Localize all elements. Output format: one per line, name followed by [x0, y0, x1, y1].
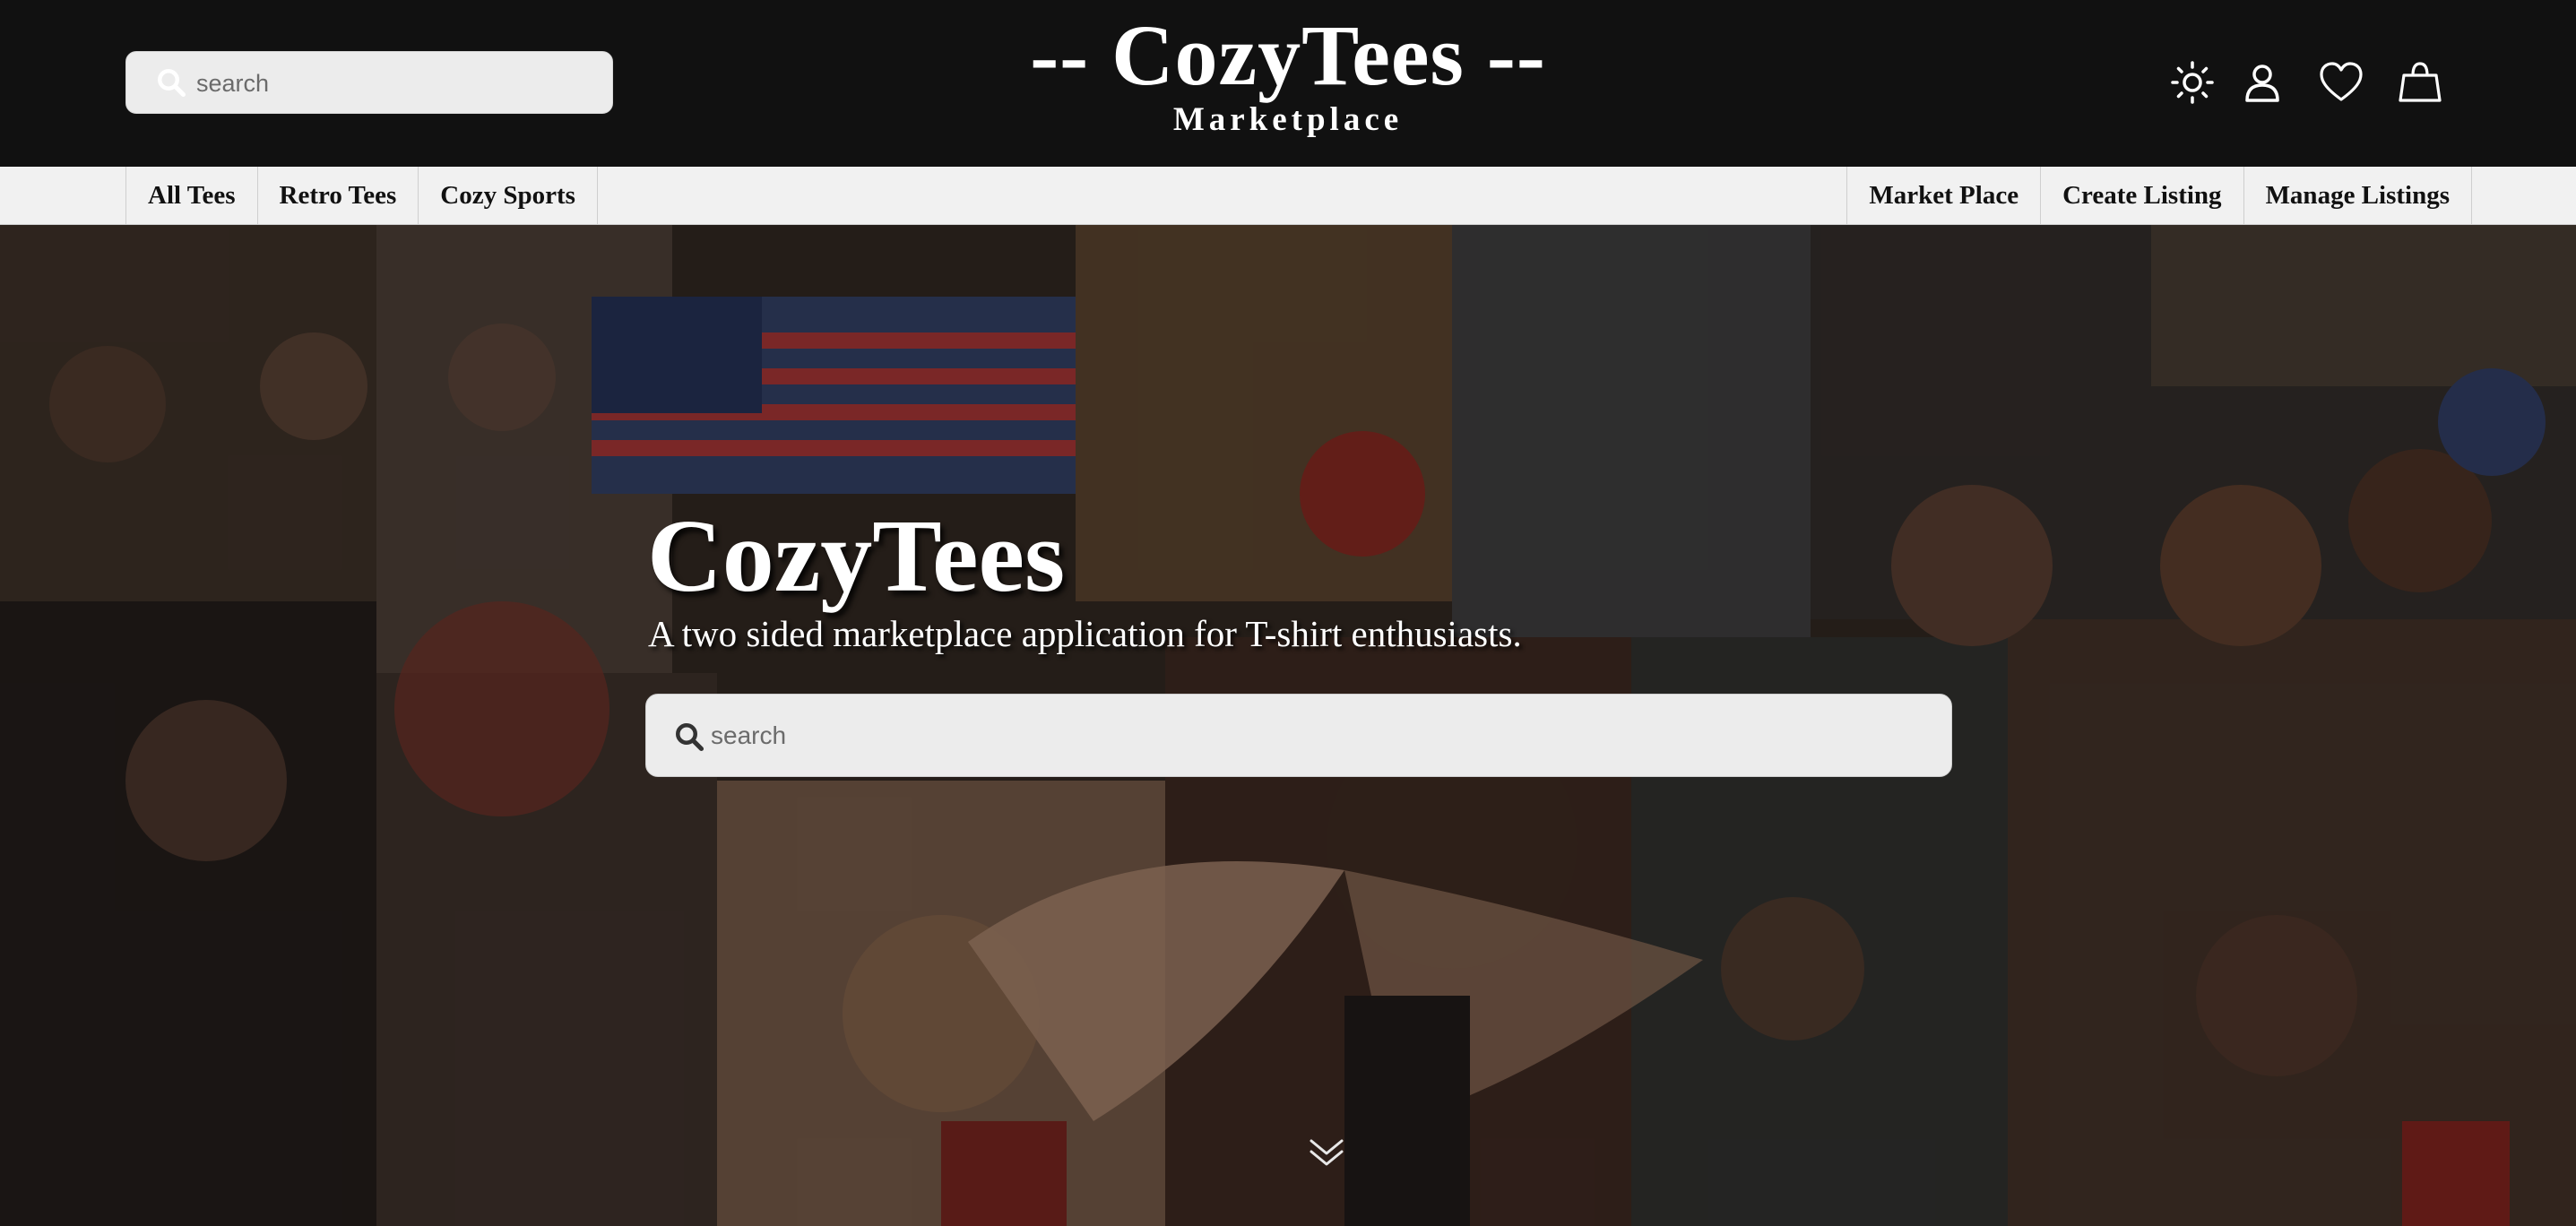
double-chevron-down-icon[interactable] [1304, 1130, 1349, 1175]
nav-item-all-tees[interactable]: All Tees [126, 167, 258, 224]
nav-item-manage-listings[interactable]: Manage Listings [2244, 167, 2472, 224]
nav-item-create-listing[interactable]: Create Listing [2041, 167, 2244, 224]
sun-icon[interactable] [2165, 56, 2219, 109]
brand-logo[interactable]: -- CozyTees -- Marketplace [1019, 11, 1557, 140]
category-nav: All Tees Retro Tees Cozy Sports Market P… [0, 167, 2576, 225]
nav-item-retro-tees[interactable]: Retro Tees [258, 167, 419, 224]
user-icon[interactable] [2235, 56, 2289, 109]
hero-section: CozyTees A two sided marketplace applica… [0, 225, 2576, 1226]
nav-categories: All Tees Retro Tees Cozy Sports [125, 167, 598, 224]
hero-subtitle: A two sided marketplace application for … [648, 613, 1522, 654]
hero-search-bar[interactable] [645, 694, 1952, 777]
nav-item-cozy-sports[interactable]: Cozy Sports [419, 167, 598, 224]
hero-search-input[interactable] [709, 695, 1932, 777]
heart-icon[interactable] [2314, 56, 2368, 109]
brand-title: -- CozyTees -- [1030, 7, 1546, 103]
search-icon [676, 723, 705, 752]
top-header: -- CozyTees -- Marketplace [0, 0, 2576, 167]
header-search-input[interactable] [194, 52, 592, 115]
shopping-bag-icon[interactable] [2393, 56, 2447, 109]
search-icon [158, 69, 186, 98]
hero-title: CozyTees [647, 499, 1066, 614]
brand-subtitle: Marketplace [1172, 101, 1404, 138]
nav-marketplace-links: Market Place Create Listing Manage Listi… [1846, 167, 2472, 224]
nav-item-market-place[interactable]: Market Place [1847, 167, 2042, 224]
header-search-bar[interactable] [125, 51, 613, 115]
